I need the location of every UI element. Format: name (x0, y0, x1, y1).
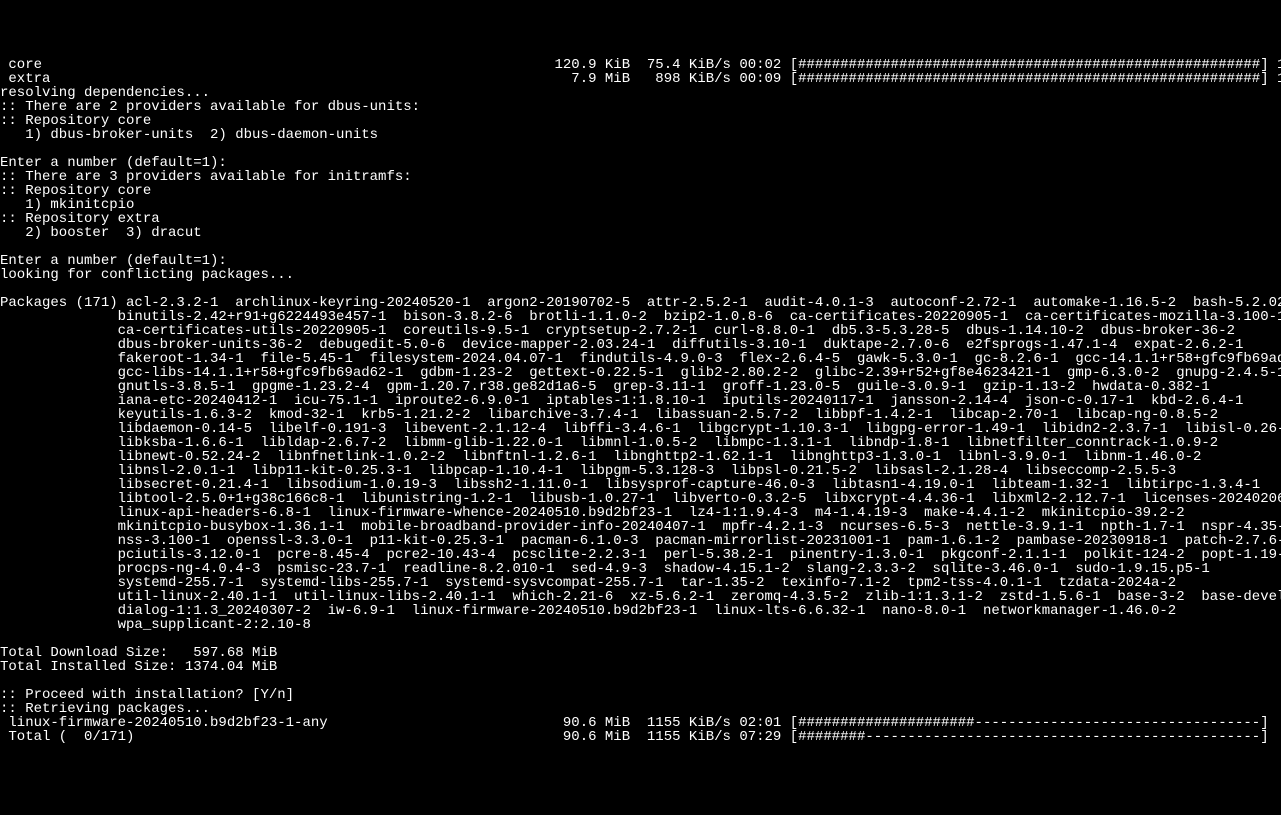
terminal-output: core 120.9 KiB 75.4 KiB/s 00:02 [#######… (0, 56, 1281, 744)
